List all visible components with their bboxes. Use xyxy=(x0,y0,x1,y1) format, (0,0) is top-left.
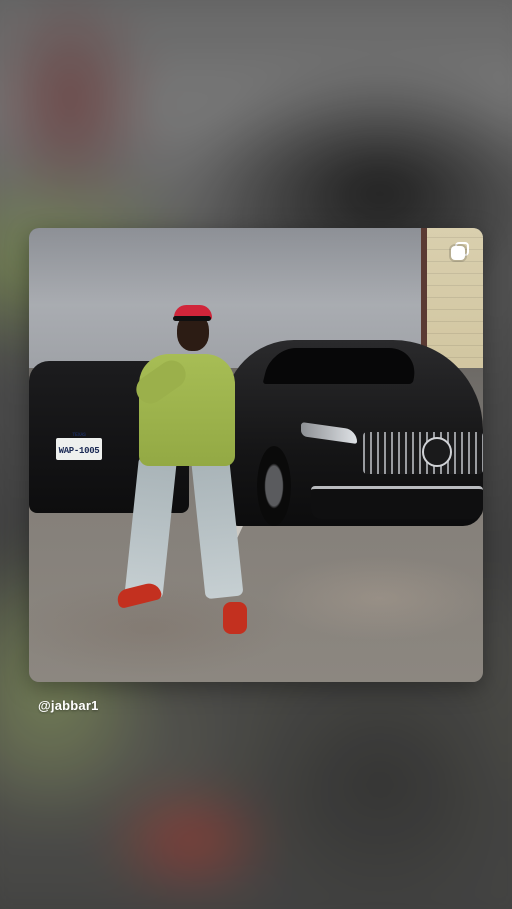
right-leg xyxy=(191,456,244,600)
story-viewer: TEXAS WAP-1005 @jabbar1 xyxy=(0,0,512,909)
multiple-photos-icon-front xyxy=(451,246,465,260)
cap-brim xyxy=(173,316,211,321)
post-username[interactable]: @jabbar1 xyxy=(38,698,99,713)
multiple-photos-icon[interactable] xyxy=(451,242,469,260)
suv-bumper xyxy=(311,486,483,519)
license-plate-number: WAP-1005 xyxy=(58,446,100,456)
suv-wheel xyxy=(257,446,291,526)
post-photo[interactable]: TEXAS WAP-1005 xyxy=(29,228,483,682)
photo-scene-parking-garage: TEXAS WAP-1005 xyxy=(29,228,483,682)
car-logo xyxy=(422,437,452,467)
license-plate-state: TEXAS xyxy=(72,432,86,438)
license-plate: TEXAS WAP-1005 xyxy=(56,432,102,460)
right-sneaker xyxy=(223,602,247,634)
suv-windshield xyxy=(262,348,422,384)
